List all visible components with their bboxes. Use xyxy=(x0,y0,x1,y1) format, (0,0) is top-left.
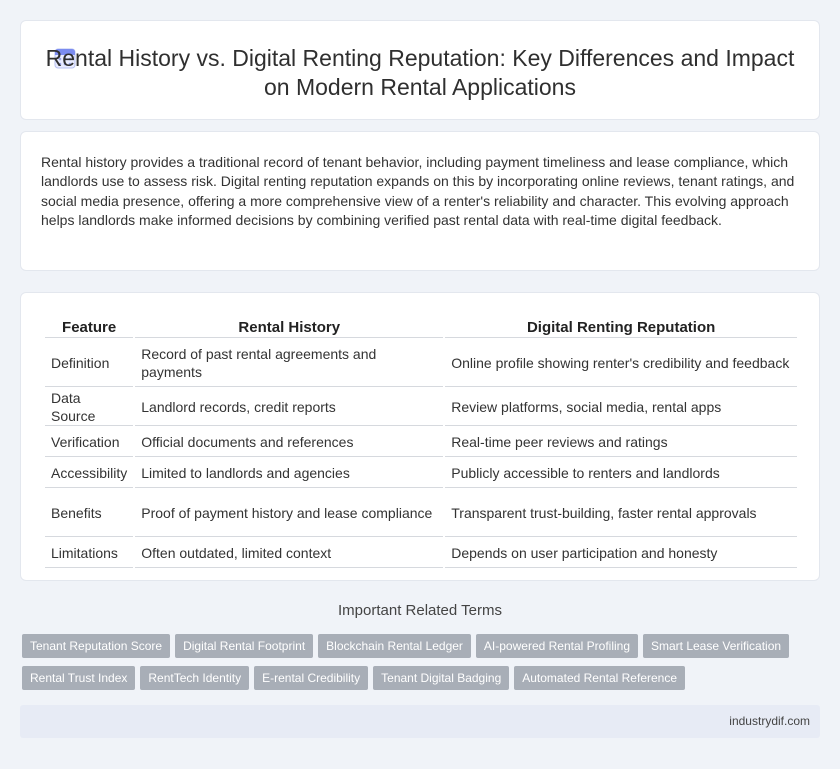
comparison-card: Feature Rental History Digital Renting R… xyxy=(20,292,820,581)
feature-cell: Verification xyxy=(45,428,134,457)
related-tag[interactable]: Tenant Reputation Score xyxy=(22,634,171,658)
related-terms-title: Important Related Terms xyxy=(338,602,502,619)
related-tag[interactable]: E-rental Credibility xyxy=(254,666,369,690)
digital-reputation-cell: Online profile showing renter's credibil… xyxy=(445,340,797,387)
digital-reputation-cell: Review platforms, social media, rental a… xyxy=(445,389,797,426)
table-row: Verification Official documents and refe… xyxy=(45,428,797,457)
header-feature: Feature xyxy=(45,317,134,338)
related-tag[interactable]: Digital Rental Footprint xyxy=(175,634,314,658)
feature-cell: Data Source xyxy=(45,389,134,426)
digital-reputation-cell: Publicly accessible to renters and landl… xyxy=(445,459,797,488)
related-tag[interactable]: Tenant Digital Badging xyxy=(373,666,510,690)
digital-reputation-cell: Depends on user participation and honest… xyxy=(445,539,797,568)
feature-cell: Accessibility xyxy=(45,459,134,488)
comparison-table: Feature Rental History Digital Renting R… xyxy=(43,315,799,570)
related-tags-row-1: Tenant Reputation Score Digital Rental Fo… xyxy=(22,634,822,658)
related-tags-row-2: Rental Trust Index RentTech Identity E-ren… xyxy=(22,666,822,690)
table-row: Benefits Proof of payment history and le… xyxy=(45,490,797,537)
digital-reputation-cell: Transparent trust-building, faster renta… xyxy=(445,490,797,537)
table-row: Definition Record of past rental agreeme… xyxy=(45,340,797,387)
page-title: Rental History vs. Digital Renting Reput… xyxy=(45,45,795,100)
intro-paragraph: Rental history provides a traditional re… xyxy=(41,154,795,229)
rental-history-cell: Limited to landlords and agencies xyxy=(135,459,444,488)
intro-card: Rental history provides a traditional re… xyxy=(20,131,820,271)
rental-history-cell: Proof of payment history and lease compl… xyxy=(135,490,444,537)
table-row: Limitations Often outdated, limited cont… xyxy=(45,539,797,568)
related-tag[interactable]: Automated Rental Reference xyxy=(514,666,686,690)
table-row: Accessibility Limited to landlords and a… xyxy=(45,459,797,488)
rental-history-cell: Landlord records, credit reports xyxy=(135,389,444,426)
rental-history-cell: Official documents and references xyxy=(135,428,444,457)
rental-history-cell: Often outdated, limited context xyxy=(135,539,444,568)
table-row: Data Source Landlord records, credit rep… xyxy=(45,389,797,426)
related-tag[interactable]: AI-powered Rental Profiling xyxy=(475,634,638,658)
feature-cell: Limitations xyxy=(45,539,134,568)
footer-bar: industrydif.com xyxy=(20,705,820,738)
feature-cell: Benefits xyxy=(45,490,134,537)
header-digital-reputation: Digital Renting Reputation xyxy=(445,317,797,338)
rental-history-cell: Record of past rental agreements and pay… xyxy=(135,340,444,387)
related-tag[interactable]: RentTech Identity xyxy=(140,666,250,690)
header-card: Rental History vs. Digital Renting Reput… xyxy=(20,20,820,120)
related-tag[interactable]: Blockchain Rental Ledger xyxy=(318,634,471,658)
related-tag[interactable]: Smart Lease Verification xyxy=(643,634,790,658)
feature-cell: Definition xyxy=(45,340,134,387)
related-tag[interactable]: Rental Trust Index xyxy=(22,666,136,690)
table-header-row: Feature Rental History Digital Renting R… xyxy=(45,317,797,338)
header-rental-history: Rental History xyxy=(135,317,444,338)
footer-site-link[interactable]: industrydif.com xyxy=(729,714,810,728)
digital-reputation-cell: Real-time peer reviews and ratings xyxy=(445,428,797,457)
